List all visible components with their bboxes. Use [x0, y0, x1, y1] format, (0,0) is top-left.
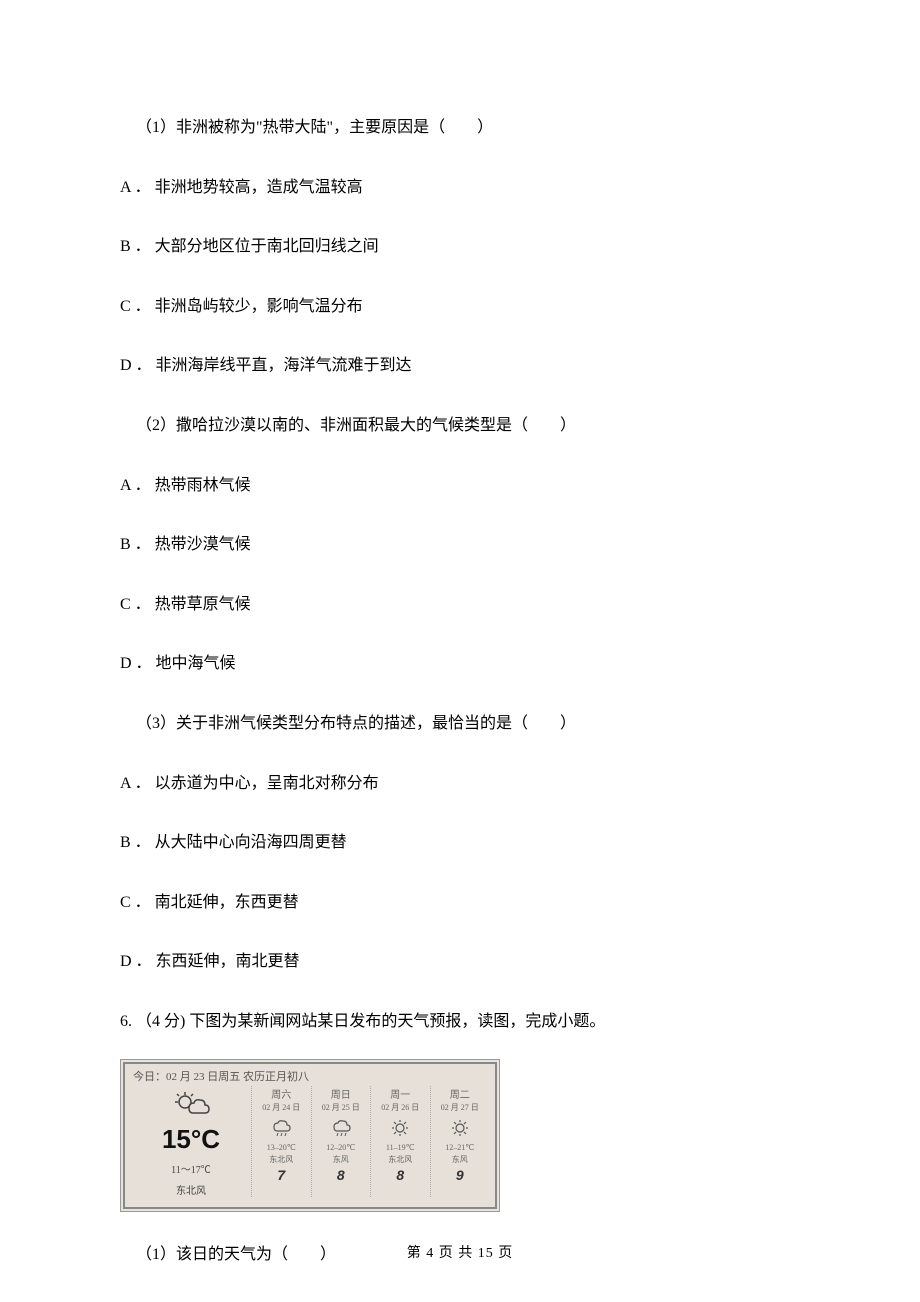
day-level: 8	[373, 1167, 428, 1183]
day-label: 周六	[254, 1086, 309, 1101]
day-date: 02 月 27 日	[433, 1102, 488, 1113]
day-date: 02 月 26 日	[373, 1102, 428, 1113]
forecast-days-row: 周六 02 月 24 日 13–20℃ 东北风 7 周日 02 月 25 日 1…	[251, 1086, 489, 1197]
q2-stem: （2）撒哈拉沙漠以南的、非洲面积最大的气候类型是（ ）	[120, 413, 800, 439]
day-date: 02 月 24 日	[254, 1102, 309, 1113]
day-wind: 东北风	[373, 1154, 428, 1165]
day-temp: 12–20℃	[314, 1143, 369, 1152]
q1-option-d: D ． 非洲海岸线平直，海洋气流难于到达	[120, 353, 800, 379]
q2-option-c: C ． 热带草原气候	[120, 592, 800, 618]
day-wind: 东风	[433, 1154, 488, 1165]
q1-option-a: A ． 非洲地势较高，造成气温较高	[120, 175, 800, 201]
day-level: 8	[314, 1167, 369, 1183]
day-temp: 12–21℃	[433, 1143, 488, 1152]
forecast-day-mon: 周一 02 月 26 日 11–19℃ 东北风 8	[370, 1086, 430, 1197]
day-level: 7	[254, 1167, 309, 1183]
page-footer: 第 4 页 共 15 页	[0, 1242, 920, 1262]
q2-option-a: A ． 热带雨林气候	[120, 473, 800, 499]
sun-icon	[433, 1117, 488, 1139]
weather-forecast-figure: 今日：02 月 23 日周五 农历正月初八 15°C	[120, 1059, 500, 1212]
day-label: 周一	[373, 1086, 428, 1101]
forecast-date-header: 今日：02 月 23 日周五 农历正月初八	[131, 1068, 489, 1084]
partly-cloudy-icon	[131, 1090, 251, 1122]
q1-option-b: B ． 大部分地区位于南北回归线之间	[120, 234, 800, 260]
q3-option-c: C ． 南北延伸，东西更替	[120, 890, 800, 916]
q3-stem: （3）关于非洲气候类型分布特点的描述，最恰当的是（ ）	[120, 711, 800, 737]
day-label: 周二	[433, 1086, 488, 1101]
forecast-day-sat: 周六 02 月 24 日 13–20℃ 东北风 7	[251, 1086, 311, 1197]
q1-option-c: C ． 非洲岛屿较少，影响气温分布	[120, 294, 800, 320]
q6-intro: 6. （4 分) 下图为某新闻网站某日发布的天气预报，读图，完成小题。	[120, 1009, 800, 1035]
day-date: 02 月 25 日	[314, 1102, 369, 1113]
rain-icon	[254, 1117, 309, 1139]
forecast-day-tue: 周二 02 月 27 日 12–21℃ 东风 9	[430, 1086, 490, 1197]
q3-option-b: B ． 从大陆中心向沿海四周更替	[120, 830, 800, 856]
rain-icon	[314, 1117, 369, 1139]
forecast-day-sun: 周日 02 月 25 日 12–20℃ 东风 8	[311, 1086, 371, 1197]
day-temp: 11–19℃	[373, 1143, 428, 1152]
today-wind: 东北风	[131, 1182, 251, 1197]
q2-option-b: B ． 热带沙漠气候	[120, 532, 800, 558]
q3-option-d: D ． 东西延伸，南北更替	[120, 949, 800, 975]
q2-option-d: D ． 地中海气候	[120, 651, 800, 677]
today-range: 11～17℃	[131, 1161, 251, 1176]
forecast-today-panel: 15°C 11～17℃ 东北风	[131, 1086, 251, 1197]
q1-stem: （1）非洲被称为"热带大陆"，主要原因是（ ）	[120, 115, 800, 141]
day-temp: 13–20℃	[254, 1143, 309, 1152]
day-wind: 东风	[314, 1154, 369, 1165]
day-wind: 东北风	[254, 1154, 309, 1165]
sun-icon	[373, 1117, 428, 1139]
day-level: 9	[433, 1167, 488, 1183]
today-temperature: 15°C	[131, 1124, 251, 1155]
day-label: 周日	[314, 1086, 369, 1101]
q3-option-a: A ． 以赤道为中心，呈南北对称分布	[120, 771, 800, 797]
